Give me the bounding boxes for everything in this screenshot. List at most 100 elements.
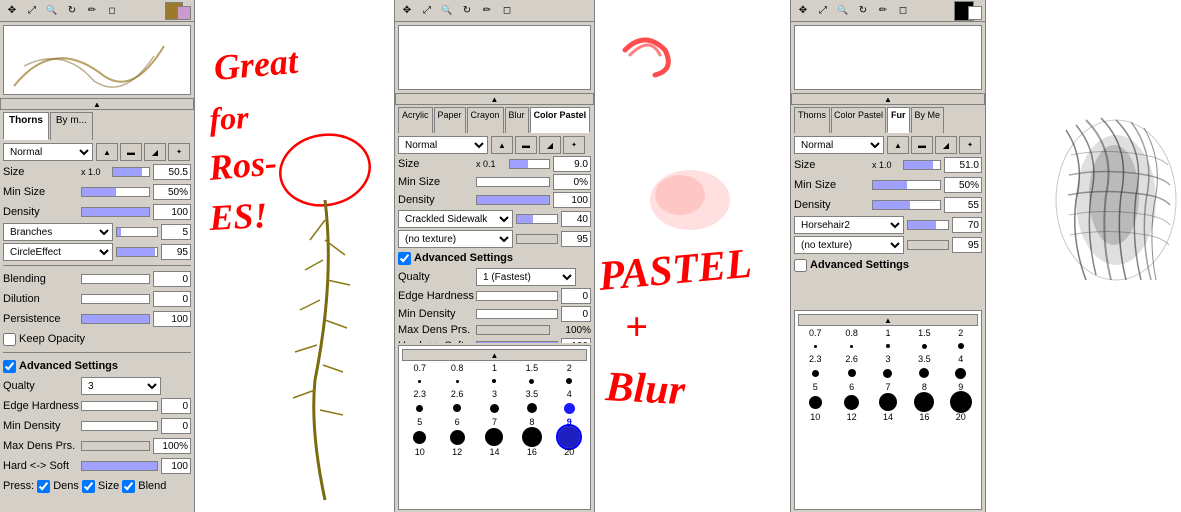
dot-15[interactable] — [514, 375, 549, 387]
hard-soft-track-mid[interactable] — [476, 341, 558, 343]
right-color-bg[interactable] — [968, 6, 982, 20]
size-value-right[interactable] — [944, 157, 982, 173]
tab-thorns[interactable]: Thorns — [3, 112, 49, 140]
circle-effect-select[interactable]: CircleEffect — [3, 243, 113, 261]
rdot-4[interactable] — [944, 366, 978, 380]
dot-grid-scroll-up-right[interactable]: ▲ — [798, 314, 978, 326]
mid-tool-2[interactable]: ⤢ — [418, 2, 436, 20]
blending-slider[interactable] — [81, 274, 150, 284]
hard-soft-value-mid[interactable] — [561, 338, 591, 343]
rdot-35[interactable] — [907, 366, 941, 380]
dot-grid-scroll-up-mid[interactable]: ▲ — [402, 349, 587, 361]
branches-value-left[interactable] — [161, 224, 191, 240]
no-texture-value-mid[interactable] — [561, 231, 591, 247]
max-dens-value-left[interactable] — [153, 438, 191, 454]
tab-crayon[interactable]: Crayon — [467, 107, 504, 133]
no-texture-slider-mid[interactable] — [516, 234, 558, 244]
no-texture-select-mid[interactable]: (no texture) — [398, 230, 513, 248]
max-dens-slider-mid[interactable] — [476, 325, 550, 335]
middle-canvas[interactable]: PASTEL + Blur — [595, 0, 791, 512]
dot-4[interactable] — [552, 401, 587, 415]
min-density-value-left[interactable] — [161, 418, 191, 434]
min-density-value-mid[interactable] — [561, 306, 591, 322]
right-tool-5[interactable]: ✏ — [874, 2, 892, 20]
max-dens-slider-left[interactable] — [81, 441, 150, 451]
max-dens-track-left[interactable] — [81, 441, 150, 451]
edge-hardness-track-mid[interactable] — [476, 291, 558, 301]
dot-9-selected[interactable] — [552, 429, 587, 445]
dot-8[interactable] — [514, 429, 549, 445]
tab-by-me[interactable]: By m... — [50, 112, 93, 140]
density-slider-mid[interactable] — [476, 195, 550, 205]
eraser-tool[interactable]: ◻ — [103, 2, 121, 20]
mid-tool-4[interactable]: ↻ — [458, 2, 476, 20]
dot-1[interactable] — [477, 375, 512, 387]
blend-mode-select-right[interactable]: Normal — [794, 136, 884, 154]
tab-color-pastel[interactable]: Color Pastel — [530, 107, 591, 133]
scroll-up-right[interactable]: ▲ — [791, 93, 985, 105]
mid-tool-3[interactable]: 🔍 — [438, 2, 456, 20]
texture-select-mid[interactable]: Crackled Sidewalk — [398, 210, 513, 228]
density-value-mid[interactable] — [553, 192, 591, 208]
rotate-tool[interactable]: ↻ — [63, 2, 81, 20]
dot-35[interactable] — [514, 401, 549, 415]
min-size-value-left[interactable] — [153, 184, 191, 200]
density-value-right[interactable] — [944, 197, 982, 213]
rdot-26[interactable] — [834, 366, 868, 380]
no-texture-track-right[interactable] — [907, 240, 949, 250]
rdot-2[interactable] — [944, 340, 978, 352]
dot-23[interactable] — [402, 401, 437, 415]
scroll-up-mid[interactable]: ▲ — [395, 93, 594, 105]
rdot-7[interactable] — [871, 394, 905, 410]
dot-6[interactable] — [439, 429, 474, 445]
horsehair-slider-right[interactable] — [907, 220, 949, 230]
min-size-value-mid[interactable] — [553, 174, 591, 190]
edge-hardness-track-left[interactable] — [81, 401, 158, 411]
rdot-9[interactable] — [944, 394, 978, 410]
edge-hardness-slider-left[interactable] — [81, 401, 158, 411]
branches-select-left[interactable]: Branches — [3, 223, 113, 241]
blending-value[interactable] — [153, 271, 191, 287]
rdot-5[interactable] — [798, 394, 832, 410]
dot-26[interactable] — [439, 401, 474, 415]
shape-flat-right[interactable]: ▬ — [911, 136, 933, 154]
size-check-left[interactable] — [82, 480, 95, 493]
density-slider-right[interactable] — [872, 200, 941, 210]
max-dens-track-mid[interactable] — [476, 325, 550, 335]
density-track-left[interactable] — [81, 207, 150, 217]
right-canvas[interactable] — [986, 0, 1181, 512]
shape-angled[interactable]: ◢ — [144, 143, 166, 161]
blend-check-left[interactable] — [122, 480, 135, 493]
tab-color-pastel-right[interactable]: Color Pastel — [831, 107, 886, 133]
edge-hardness-value-left[interactable] — [161, 398, 191, 414]
rdot-8[interactable] — [907, 394, 941, 410]
size-track-mid[interactable] — [509, 159, 550, 169]
min-size-track-right[interactable] — [872, 180, 941, 190]
shape-scatter-mid[interactable]: ✦ — [563, 136, 585, 154]
shape-flat[interactable]: ▬ — [120, 143, 142, 161]
density-slider-left[interactable] — [81, 207, 150, 217]
rdot-15[interactable] — [907, 340, 941, 352]
min-size-slider-left[interactable] — [81, 187, 150, 197]
zoom-tool[interactable]: 🔍 — [43, 2, 61, 20]
texture-track-mid[interactable] — [516, 214, 558, 224]
mid-tool-5[interactable]: ✏ — [478, 2, 496, 20]
move-tool[interactable]: ✥ — [3, 2, 21, 20]
branches-slider-left[interactable] — [116, 227, 158, 237]
dot-5[interactable] — [402, 429, 437, 445]
right-tool-2[interactable]: ⤢ — [814, 2, 832, 20]
advanced-settings-check-left[interactable] — [3, 360, 16, 373]
min-size-track-left[interactable] — [81, 187, 150, 197]
persistence-value[interactable] — [153, 311, 191, 327]
dot-07[interactable] — [402, 375, 437, 387]
blend-mode-select[interactable]: Normal — [3, 143, 93, 161]
tab-acrylic[interactable]: Acrylic — [398, 107, 433, 133]
rdot-23[interactable] — [798, 366, 832, 380]
pen-tool[interactable]: ✏ — [83, 2, 101, 20]
persistence-track[interactable] — [81, 314, 150, 324]
tab-blur[interactable]: Blur — [505, 107, 529, 133]
left-canvas[interactable]: Great for Ros- ES! — [195, 0, 395, 512]
keep-opacity-check[interactable] — [3, 333, 16, 346]
min-density-track-left[interactable] — [81, 421, 158, 431]
advanced-settings-check-right[interactable] — [794, 259, 807, 272]
